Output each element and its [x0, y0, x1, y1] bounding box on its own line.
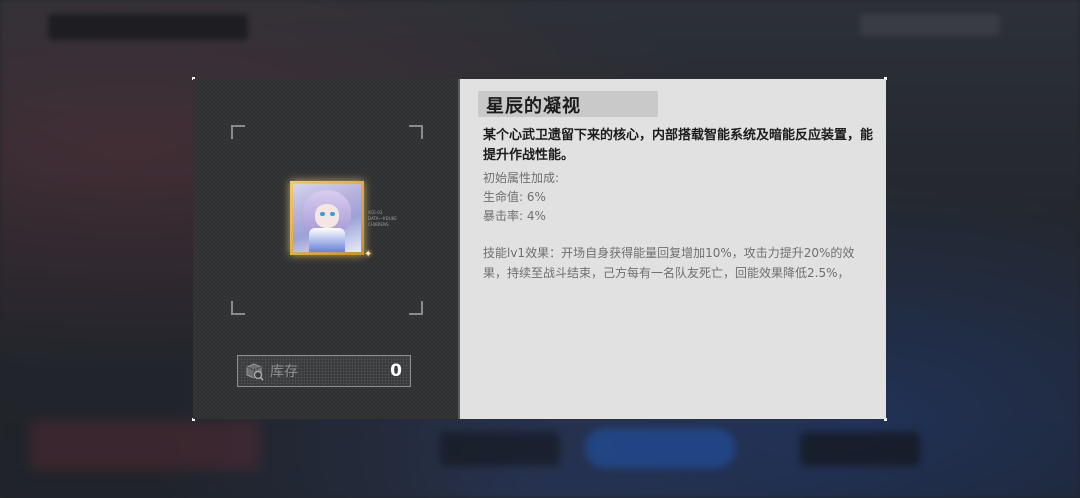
- item-preview-panel: XCE-03 DATA—#DUKE CHIBRENS ✦ 库存 0: [193, 79, 458, 419]
- inventory-count: 0: [390, 361, 402, 381]
- frame-bracket: [231, 125, 245, 139]
- item-portrait: [293, 184, 361, 252]
- attributes-header: 初始属性加成:: [483, 171, 560, 185]
- attribute-crit: 暴击率: 4%: [483, 209, 546, 223]
- item-detail-modal: XCE-03 DATA—#DUKE CHIBRENS ✦ 库存 0 星辰的凝视 …: [192, 77, 887, 421]
- item-info-panel: 星辰的凝视 某个心武卫遗留下来的核心，内部搭载智能系统及暗能反应装置，能提升作战…: [460, 79, 886, 419]
- inventory-field: 库存 0: [237, 355, 411, 387]
- attribute-hp: 生命值: 6%: [483, 190, 546, 204]
- item-card[interactable]: [290, 181, 364, 255]
- item-title: 星辰的凝视: [486, 96, 581, 117]
- item-description: 某个心武卫遗留下来的核心，内部搭载智能系统及暗能反应装置，能提升作战性能。: [483, 128, 874, 163]
- frame-bracket: [231, 301, 245, 315]
- sparkle-icon: ✦: [364, 249, 373, 260]
- inventory-label: 库存: [270, 364, 298, 380]
- skill-description: 技能lv1效果：开场自身获得能量回复增加10%，攻击力提升20%的效果，持续至战…: [483, 246, 855, 280]
- frame-bracket: [409, 301, 423, 315]
- item-card-meta: XCE-03 DATA—#DUKE CHIBRENS: [368, 210, 397, 227]
- frame-bracket: [409, 125, 423, 139]
- box-icon: [244, 361, 264, 381]
